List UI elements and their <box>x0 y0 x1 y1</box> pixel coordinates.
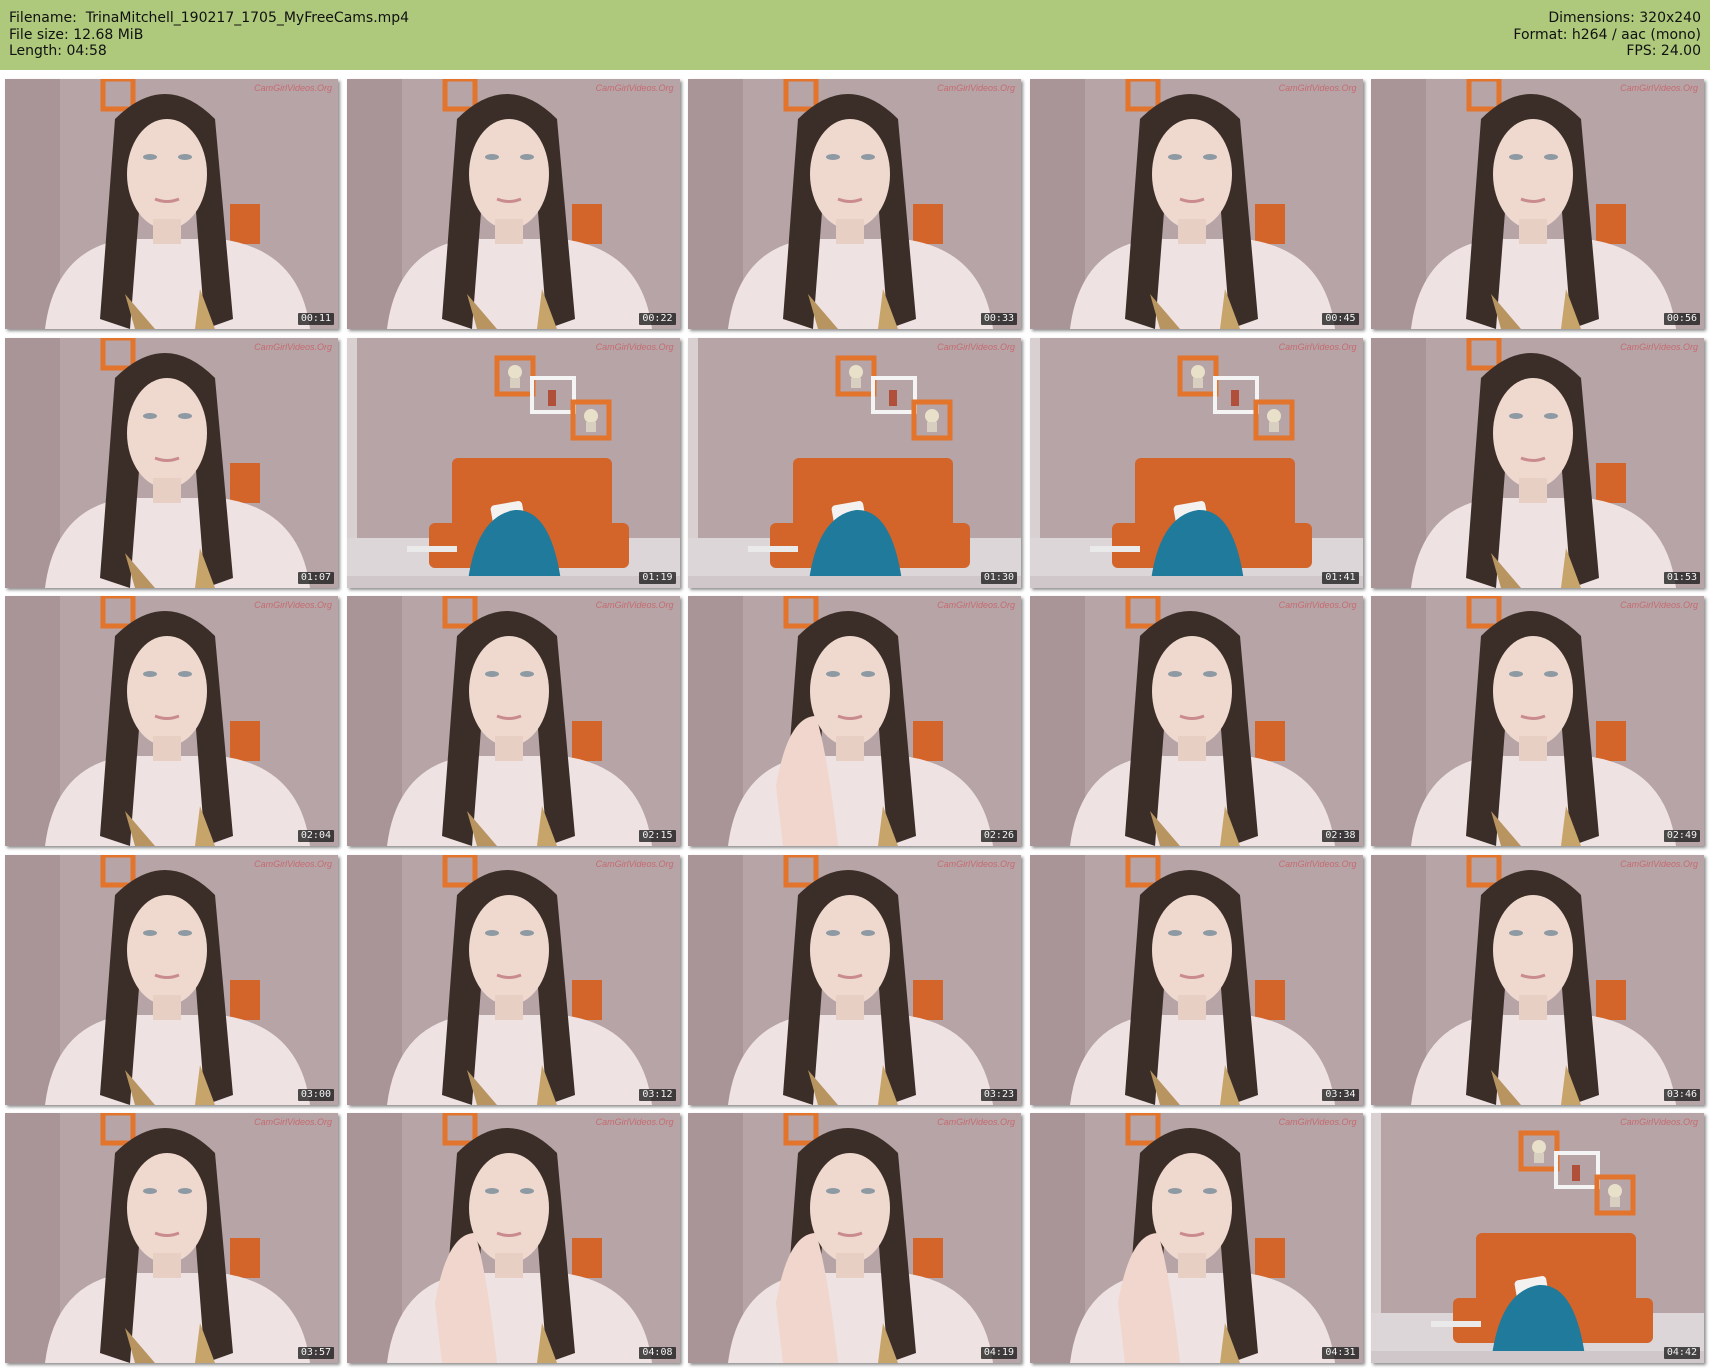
thumbnail-frame: CamGirlVideos.Org 03:23 <box>688 854 1021 1105</box>
thumbnail-frame: CamGirlVideos.Org 03:34 <box>1029 854 1363 1105</box>
filename-row: Filename: TrinaMitchell_190217_1705_MyFr… <box>9 10 409 27</box>
length-value: 04:58 <box>66 43 107 59</box>
timestamp-label: 02:26 <box>980 830 1017 842</box>
timestamp-label: 00:11 <box>297 313 334 325</box>
watermark: CamGirlVideos.Org <box>1620 341 1698 352</box>
filesize-value: 12.68 MiB <box>73 26 144 43</box>
watermark: CamGirlVideos.Org <box>937 341 1015 352</box>
timestamp-label: 00:56 <box>1663 313 1700 325</box>
format-row: Format: h264 / aac (mono) <box>1513 27 1701 44</box>
watermark: CamGirlVideos.Org <box>1620 1117 1698 1127</box>
thumbnail-frame: CamGirlVideos.Org 01:19 <box>346 337 680 588</box>
timestamp-label: 00:45 <box>1322 313 1359 325</box>
dimensions-label: Dimensions: <box>1548 10 1635 26</box>
timestamp-label: 01:07 <box>297 571 334 584</box>
watermark: CamGirlVideos.Org <box>254 1117 332 1127</box>
timestamp-label: 03:12 <box>639 1088 676 1101</box>
format-label: Format: <box>1513 26 1568 43</box>
watermark: CamGirlVideos.Org <box>254 83 332 93</box>
watermark: CamGirlVideos.Org <box>254 858 332 869</box>
watermark: CamGirlVideos.Org <box>937 1117 1015 1127</box>
watermark: CamGirlVideos.Org <box>595 1117 674 1127</box>
thumbnail-frame: CamGirlVideos.Org 02:04 <box>5 596 338 846</box>
fps-row: FPS: 24.00 <box>1513 43 1701 60</box>
thumbnail-frame: CamGirlVideos.Org 01:30 <box>688 337 1021 588</box>
watermark: CamGirlVideos.Org <box>595 341 674 352</box>
timestamp-label: 04:08 <box>639 1347 676 1359</box>
timestamp-label: 02:04 <box>297 830 334 842</box>
thumbnail-frame: CamGirlVideos.Org 04:31 <box>1029 1113 1363 1363</box>
watermark: CamGirlVideos.Org <box>254 341 332 352</box>
thumbnail-frame: CamGirlVideos.Org 04:08 <box>346 1113 680 1363</box>
watermark: CamGirlVideos.Org <box>937 600 1015 610</box>
thumbnail-frame: CamGirlVideos.Org 04:19 <box>688 1113 1021 1363</box>
file-info: Filename: TrinaMitchell_190217_1705_MyFr… <box>9 10 409 60</box>
filename-label: Filename: <box>9 10 77 26</box>
fps-value: 24.00 <box>1660 43 1701 59</box>
thumbnail-frame: CamGirlVideos.Org 00:11 <box>5 79 338 329</box>
timestamp-label: 03:46 <box>1663 1088 1700 1101</box>
filesize-label: File size: <box>9 26 69 43</box>
timestamp-label: 01:41 <box>1322 571 1359 584</box>
watermark: CamGirlVideos.Org <box>1278 83 1357 93</box>
thumbnail-frame: CamGirlVideos.Org 03:57 <box>5 1113 338 1363</box>
thumbnail-grid: CamGirlVideos.Org 00:11 CamGirlVideos.Org… <box>5 79 1704 1363</box>
watermark: CamGirlVideos.Org <box>1278 858 1357 869</box>
timestamp-label: 02:49 <box>1663 830 1700 842</box>
thumbnail-frame: CamGirlVideos.Org 00:33 <box>688 79 1021 329</box>
watermark: CamGirlVideos.Org <box>595 600 674 610</box>
thumbnail-frame: CamGirlVideos.Org 03:00 <box>5 854 338 1105</box>
timestamp-label: 02:38 <box>1322 830 1359 842</box>
fps-label: FPS: <box>1626 43 1657 59</box>
thumbnail-frame: CamGirlVideos.Org 01:41 <box>1029 337 1363 588</box>
format-value: h264 / aac (mono) <box>1571 26 1701 43</box>
stream-info: Dimensions: 320x240 Format: h264 / aac (… <box>1513 10 1701 60</box>
filename-value: TrinaMitchell_190217_1705_MyFreeCams.mp4 <box>85 10 410 26</box>
thumbnail-frame: CamGirlVideos.Org 02:26 <box>688 596 1021 846</box>
timestamp-label: 03:57 <box>297 1347 334 1359</box>
watermark: CamGirlVideos.Org <box>937 83 1015 93</box>
length-label: Length: <box>9 43 63 59</box>
timestamp-label: 03:34 <box>1322 1088 1359 1101</box>
thumbnail-frame: CamGirlVideos.Org 00:22 <box>346 79 680 329</box>
watermark: CamGirlVideos.Org <box>595 83 674 93</box>
watermark: CamGirlVideos.Org <box>254 600 332 610</box>
watermark: CamGirlVideos.Org <box>1620 600 1698 610</box>
thumbnail-frame: CamGirlVideos.Org 02:38 <box>1029 596 1363 846</box>
timestamp-label: 01:19 <box>639 571 676 584</box>
timestamp-label: 04:42 <box>1663 1347 1700 1359</box>
timestamp-label: 01:30 <box>980 571 1017 584</box>
thumbnail-frame: CamGirlVideos.Org 01:07 <box>5 337 338 588</box>
thumbnail-frame: CamGirlVideos.Org 04:42 <box>1371 1113 1704 1363</box>
thumbnail-frame: CamGirlVideos.Org 03:12 <box>346 854 680 1105</box>
timestamp-label: 00:33 <box>980 313 1017 325</box>
timestamp-label: 00:22 <box>639 313 676 325</box>
timestamp-label: 04:31 <box>1322 1347 1359 1359</box>
thumbnail-frame: CamGirlVideos.Org 02:15 <box>346 596 680 846</box>
timestamp-label: 01:53 <box>1663 571 1700 584</box>
info-header: Filename: TrinaMitchell_190217_1705_MyFr… <box>0 0 1710 70</box>
timestamp-label: 02:15 <box>639 830 676 842</box>
watermark: CamGirlVideos.Org <box>1278 341 1357 352</box>
watermark: CamGirlVideos.Org <box>1278 1117 1357 1127</box>
timestamp-label: 03:23 <box>980 1088 1017 1101</box>
watermark: CamGirlVideos.Org <box>595 858 674 869</box>
timestamp-label: 04:19 <box>980 1347 1017 1359</box>
dimensions-value: 320x240 <box>1639 10 1701 26</box>
thumbnail-frame: CamGirlVideos.Org 00:56 <box>1371 79 1704 329</box>
watermark: CamGirlVideos.Org <box>937 858 1015 869</box>
thumbnail-frame: CamGirlVideos.Org 03:46 <box>1371 854 1704 1105</box>
thumbnail-frame: CamGirlVideos.Org 02:49 <box>1371 596 1704 846</box>
watermark: CamGirlVideos.Org <box>1620 858 1698 869</box>
thumbnail-frame: CamGirlVideos.Org 01:53 <box>1371 337 1704 588</box>
dimensions-row: Dimensions: 320x240 <box>1513 10 1701 27</box>
watermark: CamGirlVideos.Org <box>1278 600 1357 610</box>
thumbnail-frame: CamGirlVideos.Org 00:45 <box>1029 79 1363 329</box>
watermark: CamGirlVideos.Org <box>1620 83 1698 93</box>
filesize-row: File size: 12.68 MiB <box>9 27 409 44</box>
length-row: Length: 04:58 <box>9 43 409 60</box>
timestamp-label: 03:00 <box>297 1088 334 1101</box>
